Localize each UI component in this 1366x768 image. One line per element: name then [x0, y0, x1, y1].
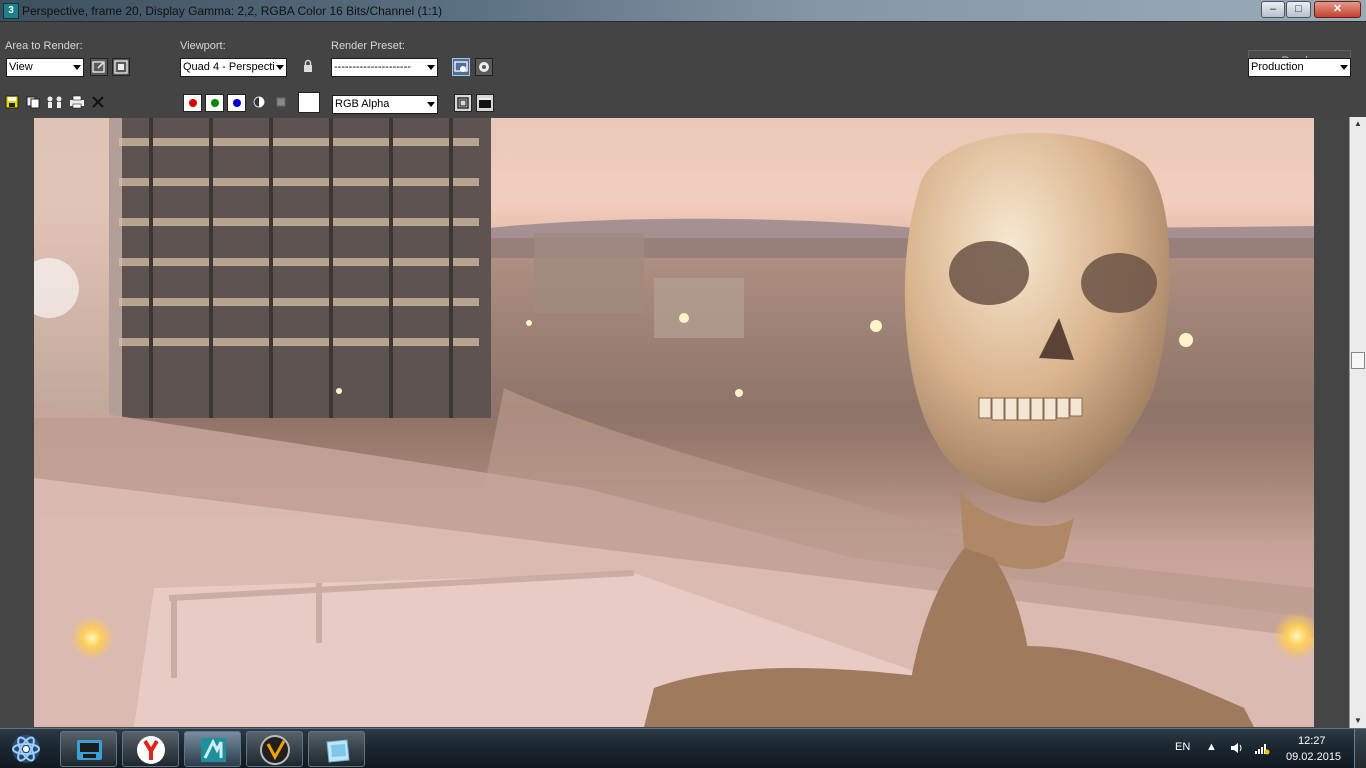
- render-area: ▲ ▼: [0, 117, 1366, 728]
- viewport-select[interactable]: Quad 4 - Perspecti: [180, 58, 287, 77]
- clock-time[interactable]: 12:27: [1298, 735, 1326, 747]
- red-channel-toggle[interactable]: [183, 94, 202, 112]
- chevron-down-icon: [276, 65, 284, 70]
- chevron-down-icon: [427, 65, 435, 70]
- start-button[interactable]: [5, 731, 47, 767]
- lock-icon[interactable]: [299, 58, 317, 76]
- render-preset-label: Render Preset:: [331, 40, 405, 52]
- vertical-scrollbar[interactable]: ▲ ▼: [1349, 117, 1366, 728]
- maximize-button[interactable]: □: [1286, 1, 1311, 18]
- area-to-render-value: View: [9, 61, 33, 73]
- area-to-render-label: Area to Render:: [5, 40, 83, 52]
- close-button[interactable]: ✕: [1314, 1, 1361, 18]
- taskbar-item-explorer[interactable]: [60, 731, 117, 767]
- toggle-ui-icon[interactable]: [476, 94, 494, 112]
- show-desktop-button[interactable]: [1354, 729, 1366, 768]
- chevron-down-icon: [73, 65, 81, 70]
- taskbar-item-vray[interactable]: [246, 731, 303, 767]
- vray-icon: [260, 735, 290, 765]
- print-image-icon[interactable]: [69, 95, 85, 109]
- red-dot-icon: [189, 99, 197, 107]
- production-select[interactable]: Production: [1248, 58, 1351, 77]
- edit-region-icon[interactable]: [90, 58, 108, 76]
- copy-image-icon[interactable]: [26, 95, 40, 109]
- explorer-icon: [77, 740, 102, 760]
- color-swatch[interactable]: [298, 92, 320, 113]
- scroll-thumb[interactable]: [1351, 352, 1365, 369]
- title-bar: 3 Perspective, frame 20, Display Gamma: …: [0, 0, 1366, 22]
- area-to-render-select[interactable]: View: [6, 58, 84, 77]
- volume-icon[interactable]: [1229, 741, 1243, 758]
- yandex-browser-icon: [137, 736, 165, 764]
- rendered-image: [34, 118, 1314, 727]
- render-preset-select[interactable]: ---------------------: [331, 58, 438, 77]
- scroll-down-icon[interactable]: ▼: [1350, 714, 1366, 728]
- toggle-ui-overlays-icon[interactable]: [454, 94, 472, 112]
- rendered-image-scene: [34, 118, 1314, 727]
- channel-display-value: RGB Alpha: [335, 98, 390, 110]
- clone-window-icon[interactable]: [46, 95, 64, 109]
- taskbar-item-3dsmax[interactable]: [184, 731, 241, 767]
- alpha-toggle-icon[interactable]: [274, 95, 288, 109]
- save-image-icon[interactable]: [5, 95, 19, 109]
- viewport-label: Viewport:: [180, 40, 226, 52]
- network-icon[interactable]: [1254, 741, 1270, 758]
- green-channel-toggle[interactable]: [205, 94, 224, 112]
- blue-dot-icon: [233, 99, 241, 107]
- environment-effects-icon[interactable]: [475, 58, 493, 76]
- auto-region-icon[interactable]: [112, 58, 130, 76]
- monochrome-icon[interactable]: [252, 95, 266, 109]
- clock-date[interactable]: 09.02.2015: [1286, 751, 1341, 763]
- rendered-frame-window: 3 Perspective, frame 20, Display Gamma: …: [0, 0, 1366, 768]
- viewport-value: Quad 4 - Perspecti: [183, 61, 275, 73]
- production-value: Production: [1251, 61, 1304, 73]
- render-toolbar: Area to Render: View Viewport: Quad 4 - …: [0, 22, 1366, 117]
- taskbar-item-app[interactable]: [308, 731, 365, 767]
- app-icon: 3: [3, 3, 19, 19]
- render-setup-icon[interactable]: [452, 58, 470, 76]
- channel-display-select[interactable]: RGB Alpha: [332, 95, 438, 114]
- window-app-icon: [326, 739, 350, 763]
- 3ds-max-icon: [201, 738, 226, 762]
- render-preset-value: ---------------------: [334, 61, 411, 73]
- window-title: Perspective, frame 20, Display Gamma: 2,…: [22, 4, 443, 18]
- chevron-down-icon: [427, 102, 435, 107]
- green-dot-icon: [211, 99, 219, 107]
- clear-image-icon[interactable]: [91, 95, 105, 109]
- chevron-down-icon: [1340, 65, 1348, 70]
- minimize-button[interactable]: –: [1261, 1, 1285, 18]
- scroll-up-icon[interactable]: ▲: [1350, 117, 1366, 131]
- show-hidden-icons-icon[interactable]: ▲: [1206, 741, 1217, 753]
- language-indicator[interactable]: EN: [1175, 741, 1190, 753]
- taskbar-item-yandex[interactable]: [122, 731, 179, 767]
- taskbar: EN ▲ 12:27 09.02.2015: [0, 728, 1366, 768]
- blue-channel-toggle[interactable]: [227, 94, 246, 112]
